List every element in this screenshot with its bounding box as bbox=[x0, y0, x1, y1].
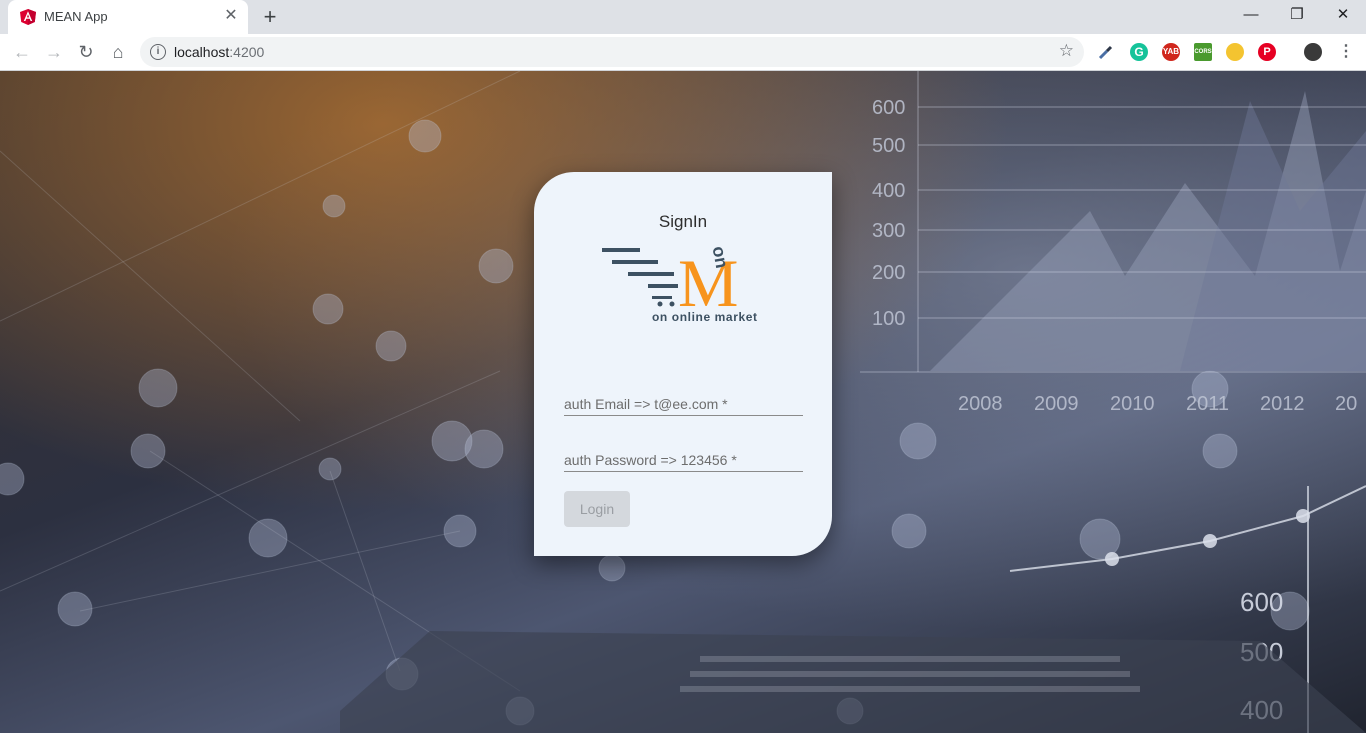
signin-card: SignIn M on on online market Login bbox=[534, 172, 832, 556]
close-window-button[interactable]: ✕ bbox=[1320, 0, 1366, 30]
reload-icon[interactable]: ↻ bbox=[74, 40, 98, 64]
page-background: 600 500 400 300 200 100 2008 2009 2010 2… bbox=[0, 71, 1366, 733]
login-button[interactable]: Login bbox=[564, 491, 630, 527]
restore-button[interactable]: ❐ bbox=[1274, 0, 1320, 30]
y-tick: 500 bbox=[872, 135, 905, 157]
url-text: localhost:4200 bbox=[174, 44, 265, 60]
pinterest-icon[interactable]: P bbox=[1258, 43, 1276, 61]
eyedropper-icon[interactable] bbox=[1098, 44, 1114, 60]
y-tick: 300 bbox=[872, 220, 905, 242]
x-tick: 2011 bbox=[1186, 393, 1229, 415]
new-tab-button[interactable]: + bbox=[258, 5, 282, 29]
yab-icon[interactable]: YAB bbox=[1162, 43, 1180, 61]
svg-text:on: on bbox=[709, 245, 733, 270]
menu-icon[interactable]: ⋮ bbox=[1338, 42, 1354, 62]
online-market-logo: M on on online market bbox=[602, 245, 758, 324]
x-tick: 2009 bbox=[1034, 393, 1079, 415]
tab-bar: MEAN App ✕ + — ❐ ✕ bbox=[0, 0, 1366, 34]
y-tick: 200 bbox=[872, 262, 905, 284]
grammarly-icon[interactable]: G bbox=[1130, 43, 1148, 61]
avatar[interactable] bbox=[1304, 43, 1322, 61]
y-tick: 600 bbox=[872, 97, 905, 119]
minimize-button[interactable]: — bbox=[1228, 0, 1274, 30]
browser-toolbar: ← → ↻ ⌂ i localhost:4200 ☆ G YAB CORS P … bbox=[0, 34, 1366, 71]
moon-icon[interactable] bbox=[1226, 43, 1244, 61]
cors-icon[interactable]: CORS bbox=[1194, 43, 1212, 61]
x-tick: 2010 bbox=[1110, 393, 1155, 415]
bookmark-star-icon[interactable]: ☆ bbox=[1059, 41, 1074, 61]
password-input[interactable] bbox=[564, 449, 803, 471]
x-tick: 2012 bbox=[1260, 393, 1305, 415]
svg-text:on online market: on online market bbox=[652, 310, 758, 324]
y-tick: 400 bbox=[872, 180, 905, 202]
x-tick: 2008 bbox=[958, 393, 1003, 415]
browser-tab[interactable]: MEAN App ✕ bbox=[8, 0, 248, 34]
address-bar[interactable]: i localhost:4200 ☆ bbox=[140, 37, 1084, 67]
info-icon[interactable]: i bbox=[150, 44, 166, 60]
x-tick: 20 bbox=[1335, 393, 1357, 415]
close-tab-icon[interactable]: ✕ bbox=[222, 7, 240, 25]
home-icon[interactable]: ⌂ bbox=[106, 40, 130, 64]
back-arrow-icon[interactable]: ← bbox=[10, 40, 34, 64]
email-input[interactable] bbox=[564, 393, 803, 415]
tick-small: 600 bbox=[1240, 587, 1283, 617]
y-tick: 100 bbox=[872, 308, 905, 330]
tab-title: MEAN App bbox=[44, 9, 108, 24]
password-field-wrapper bbox=[564, 449, 803, 472]
email-field-wrapper bbox=[564, 393, 803, 416]
signin-title: SignIn bbox=[658, 212, 708, 231]
angular-favicon bbox=[20, 9, 36, 25]
forward-arrow-icon[interactable]: → bbox=[42, 40, 66, 64]
